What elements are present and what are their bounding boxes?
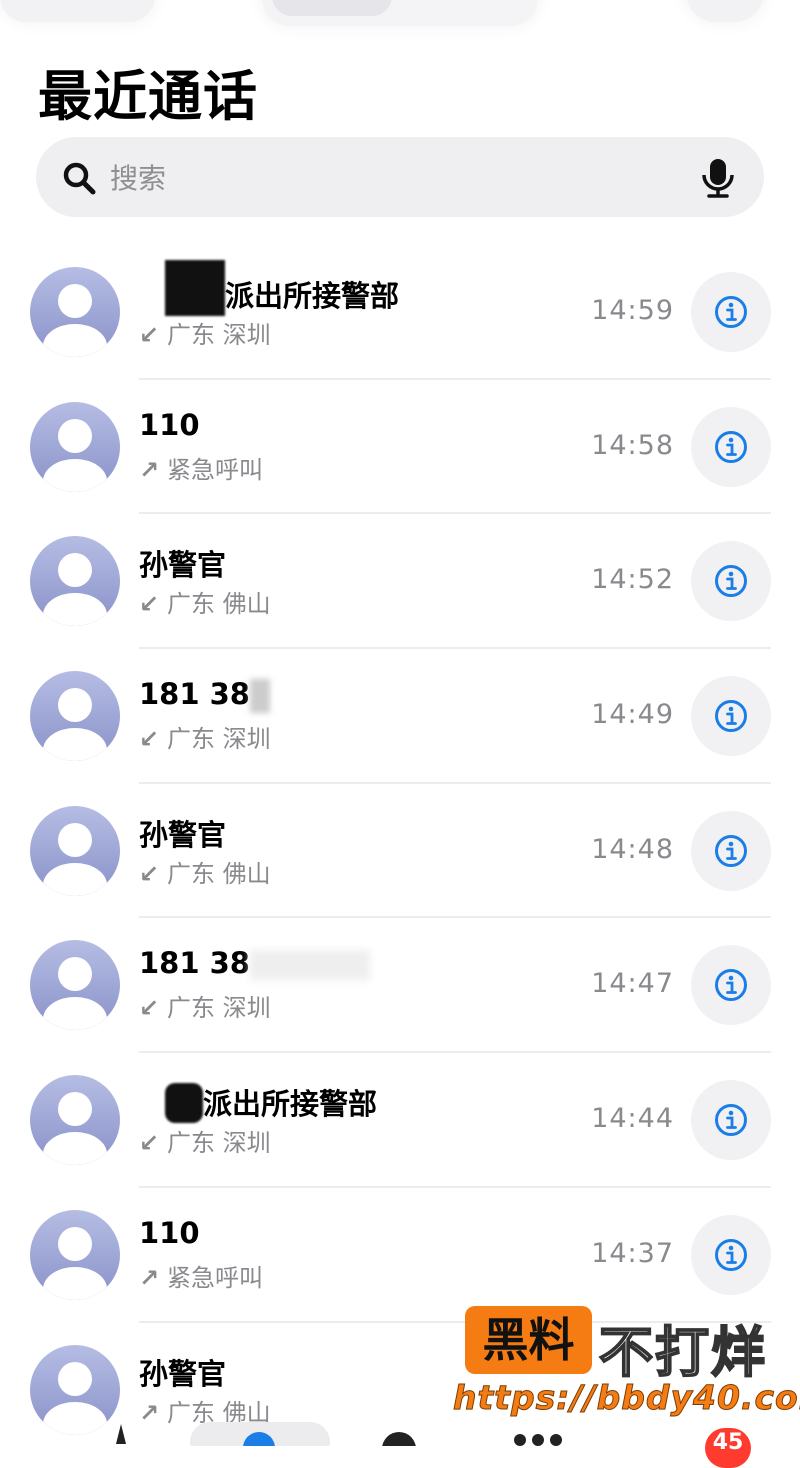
info-button[interactable]	[691, 945, 771, 1026]
redaction	[165, 1083, 203, 1124]
outgoing-call-icon: ↗	[139, 1263, 160, 1292]
call-name: 孙警官	[139, 548, 227, 583]
avatar	[30, 1344, 120, 1435]
call-subtitle: ↙ 广东 深圳	[139, 321, 271, 349]
back-button[interactable]	[0, 0, 155, 22]
segment-selected[interactable]	[272, 0, 392, 16]
info-button[interactable]	[691, 541, 771, 622]
call-subtitle: ↙ 广东 深圳	[139, 1129, 271, 1158]
call-row[interactable]: 派出所接警部 ↙ 广东 深圳 14:44	[0, 1053, 800, 1188]
avatar	[30, 536, 120, 627]
avatar	[30, 1209, 120, 1300]
info-icon	[715, 1104, 747, 1137]
info-icon	[715, 430, 747, 463]
incoming-call-icon: ↙	[139, 994, 160, 1023]
incoming-call-icon: ↙	[139, 321, 160, 349]
search-icon	[63, 162, 96, 195]
call-row[interactable]: 110 ↗ 紧急呼叫 14:37	[0, 1188, 800, 1323]
tab-bar	[0, 1422, 800, 1446]
contacts-tab-icon[interactable]	[382, 1432, 416, 1446]
info-icon	[715, 1238, 747, 1271]
info-icon	[715, 565, 747, 598]
search-bar[interactable]	[36, 137, 764, 217]
call-subtitle: ↙ 广东 佛山	[139, 590, 271, 619]
watermark: 黑料 不打烊 https://bbdy40.com	[452, 1306, 800, 1426]
info-icon	[715, 834, 747, 867]
call-name: 181 38	[139, 677, 270, 714]
avatar	[30, 805, 120, 896]
call-name: 孙警官	[139, 817, 227, 852]
call-time: 14:48	[591, 833, 674, 865]
call-name: 孙警官	[139, 1356, 227, 1391]
info-button[interactable]	[691, 272, 771, 352]
call-time: 14:59	[591, 295, 674, 326]
call-subtitle: ↙ 广东 深圳	[139, 725, 271, 754]
microphone-icon[interactable]	[698, 157, 738, 199]
call-time: 14:47	[591, 968, 674, 1000]
redaction	[250, 950, 370, 981]
call-row[interactable]: 181 38 ↙ 广东 深圳 14:47	[0, 918, 800, 1054]
call-row[interactable]: 派出所接警部 ↙ 广东 深圳 14:59	[0, 245, 800, 380]
avatar	[30, 671, 120, 762]
watermark-logo: 黑料	[465, 1306, 592, 1374]
watermark-text: 不打烊	[598, 1320, 767, 1385]
call-time: 14:37	[591, 1237, 674, 1269]
segmented-control[interactable]	[262, 0, 538, 26]
call-row[interactable]: 110 ↗ 紧急呼叫 14:58	[0, 380, 800, 515]
info-button[interactable]	[691, 676, 771, 757]
call-name: 派出所接警部	[139, 1081, 377, 1124]
call-name: 110	[139, 407, 200, 442]
voicemail-badge: 45	[705, 1428, 751, 1468]
incoming-call-icon: ↙	[139, 725, 160, 754]
call-row[interactable]: 孙警官 ↙ 广东 佛山 14:52	[0, 514, 800, 650]
top-toolbar	[0, 0, 800, 40]
avatar	[30, 1075, 120, 1166]
call-row[interactable]: 孙警官 ↙ 广东 佛山 14:48	[0, 784, 800, 919]
outgoing-call-icon: ↗	[139, 455, 160, 484]
call-time: 14:49	[591, 699, 674, 731]
call-time: 14:44	[591, 1103, 674, 1135]
call-time: 14:52	[591, 564, 674, 596]
call-name: 派出所接警部	[139, 260, 399, 316]
page-title: 最近通话	[38, 65, 258, 128]
call-row[interactable]: 181 38 ↙ 广东 深圳 14:49	[0, 649, 800, 784]
info-icon	[715, 700, 747, 733]
recent-calls-list: 派出所接警部 ↙ 广东 深圳 14:59 110 ↗ 紧急呼叫 14:58 孙警官 …	[0, 245, 800, 1457]
info-button[interactable]	[691, 406, 771, 487]
info-button[interactable]	[691, 1080, 771, 1161]
avatar	[30, 401, 120, 492]
redaction	[250, 679, 270, 714]
favorites-tab-icon[interactable]	[106, 1422, 136, 1446]
call-name: 181 38	[139, 946, 370, 981]
incoming-call-icon: ↙	[139, 1129, 160, 1158]
edit-button[interactable]	[686, 0, 764, 22]
keypad-tab-icon[interactable]	[512, 1430, 564, 1446]
info-icon	[715, 969, 747, 1002]
watermark-url: https://bbdy40.com	[452, 1378, 800, 1418]
avatar	[30, 267, 120, 357]
call-subtitle: ↗ 紧急呼叫	[139, 1263, 263, 1292]
call-subtitle: ↙ 广东 深圳	[139, 994, 271, 1023]
redaction	[165, 260, 225, 316]
info-button[interactable]	[691, 1214, 771, 1295]
incoming-call-icon: ↙	[139, 590, 160, 619]
call-time: 14:58	[591, 429, 674, 461]
incoming-call-icon: ↙	[139, 859, 160, 888]
call-name: 110	[139, 1215, 200, 1250]
info-icon	[715, 296, 747, 328]
info-button[interactable]	[691, 810, 771, 891]
call-subtitle: ↙ 广东 佛山	[139, 859, 271, 888]
search-input[interactable]	[108, 155, 672, 201]
call-subtitle: ↗ 紧急呼叫	[139, 455, 263, 484]
avatar	[30, 940, 120, 1031]
